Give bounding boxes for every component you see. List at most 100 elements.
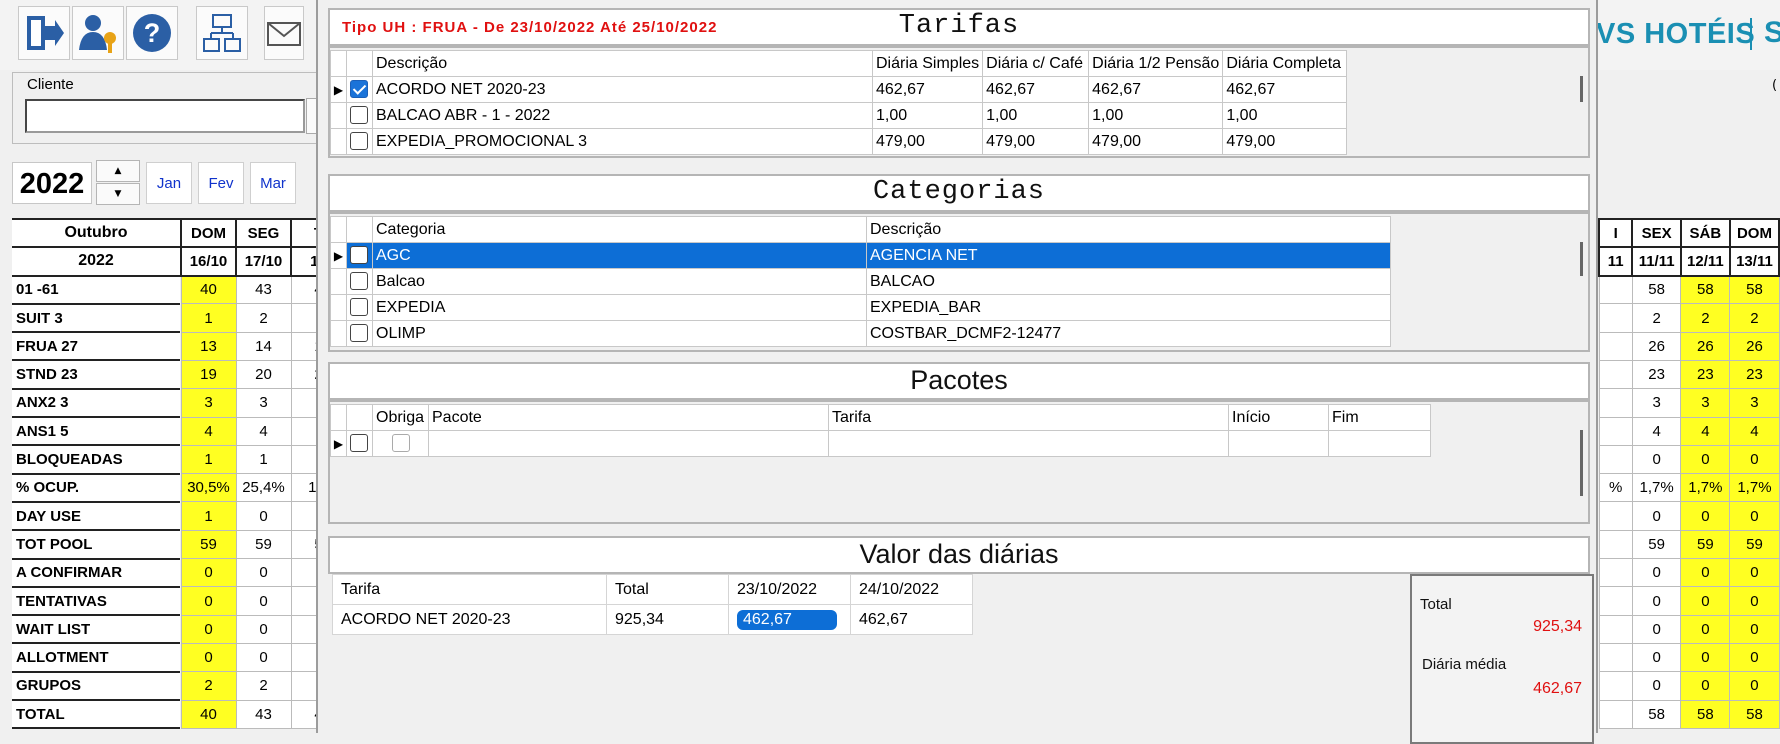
grid-cell[interactable]: 2 bbox=[1631, 303, 1682, 333]
grid-cell[interactable]: 26 bbox=[1631, 331, 1682, 361]
grid-cell[interactable]: 59 bbox=[180, 529, 237, 560]
grid-cell[interactable]: 2 bbox=[235, 303, 292, 333]
pacotes-col-header[interactable]: Obriga bbox=[372, 404, 429, 431]
grid-cell[interactable]: 2 bbox=[1729, 303, 1780, 333]
grid-cell[interactable]: 59 bbox=[235, 529, 292, 560]
grid-cell[interactable]: 0 bbox=[1729, 642, 1780, 673]
pacotes-col-header[interactable]: Início bbox=[1228, 404, 1329, 431]
categoria-row[interactable]: Balcao BALCAO bbox=[330, 268, 1391, 295]
grid-cell[interactable]: 0 bbox=[235, 501, 292, 531]
grid-cell[interactable]: 30,5% bbox=[180, 473, 237, 503]
tarifa-checkbox[interactable] bbox=[350, 106, 368, 125]
grid-cell[interactable]: 1 bbox=[180, 444, 237, 475]
grid-cell[interactable] bbox=[1598, 529, 1633, 560]
grid-cell[interactable]: 58 bbox=[1729, 275, 1780, 305]
grid-cell[interactable]: 0 bbox=[235, 558, 292, 588]
grid-cell[interactable]: 3 bbox=[180, 388, 237, 418]
grid-cell[interactable]: 20 bbox=[235, 359, 292, 390]
valor-cell-date1[interactable]: 462,67 bbox=[728, 604, 851, 635]
tarifas-col-header[interactable]: Descrição bbox=[372, 50, 873, 77]
grid-cell[interactable]: 1,7% bbox=[1729, 473, 1780, 503]
pacote-cell[interactable] bbox=[1228, 430, 1329, 457]
tarifas-scrollbar[interactable] bbox=[1580, 76, 1583, 102]
categoria-checkbox[interactable] bbox=[350, 298, 368, 317]
pacote-cell[interactable] bbox=[428, 430, 829, 457]
pacote-cell[interactable] bbox=[828, 430, 1229, 457]
network-button[interactable] bbox=[196, 6, 248, 60]
grid-cell[interactable] bbox=[1598, 501, 1633, 531]
categoria-checkbox[interactable] bbox=[350, 246, 368, 265]
grid-cell[interactable]: 3 bbox=[1680, 388, 1731, 418]
grid-cell[interactable]: 0 bbox=[1680, 614, 1731, 644]
grid-cell[interactable]: 1 bbox=[180, 303, 237, 333]
grid-cell[interactable]: 0 bbox=[1729, 671, 1780, 701]
grid-cell[interactable]: 59 bbox=[1631, 529, 1682, 560]
tarifa-checkbox-cell[interactable] bbox=[346, 102, 373, 129]
grid-cell[interactable] bbox=[1598, 586, 1633, 616]
grid-cell[interactable]: 58 bbox=[1631, 699, 1682, 729]
month-mar[interactable]: Mar bbox=[250, 162, 296, 204]
tarifas-col-header[interactable]: Diária c/ Café bbox=[982, 50, 1090, 77]
grid-cell[interactable]: 59 bbox=[1729, 529, 1780, 560]
grid-cell[interactable]: 2 bbox=[1680, 303, 1731, 333]
pacote-checkbox[interactable] bbox=[350, 434, 368, 453]
client-input[interactable] bbox=[25, 99, 305, 133]
grid-cell[interactable]: % bbox=[1598, 473, 1633, 503]
grid-cell[interactable]: 58 bbox=[1729, 699, 1780, 729]
grid-cell[interactable] bbox=[1598, 642, 1633, 673]
grid-cell[interactable] bbox=[1598, 359, 1633, 390]
grid-cell[interactable]: 1,7% bbox=[1631, 473, 1682, 503]
grid-cell[interactable]: 0 bbox=[235, 642, 292, 673]
grid-cell[interactable]: 2 bbox=[180, 671, 237, 701]
grid-cell[interactable]: 13 bbox=[180, 331, 237, 361]
grid-cell[interactable]: 23 bbox=[1680, 359, 1731, 390]
grid-cell[interactable]: 4 bbox=[1631, 416, 1682, 446]
grid-cell[interactable]: 0 bbox=[1631, 586, 1682, 616]
grid-cell[interactable]: 23 bbox=[1729, 359, 1780, 390]
grid-cell[interactable]: 14 bbox=[235, 331, 292, 361]
grid-cell[interactable]: 1 bbox=[235, 444, 292, 475]
tarifas-col-header[interactable]: Diária Simples bbox=[871, 50, 984, 77]
grid-cell[interactable]: 43 bbox=[235, 275, 292, 305]
grid-cell[interactable]: 0 bbox=[235, 614, 292, 644]
grid-cell[interactable]: 0 bbox=[1680, 558, 1731, 588]
tarifa-row[interactable]: BALCAO ABR - 1 - 2022 1,00 1,00 1,00 1,00 bbox=[330, 102, 1348, 129]
grid-cell[interactable] bbox=[1598, 558, 1633, 588]
tarifa-checkbox-cell[interactable] bbox=[346, 128, 373, 155]
categoria-row[interactable]: EXPEDIA EXPEDIA_BAR bbox=[330, 294, 1391, 321]
year-down-button[interactable]: ▼ bbox=[96, 183, 140, 205]
valor-date1-edit[interactable]: 462,67 bbox=[737, 609, 837, 630]
grid-cell[interactable]: 0 bbox=[180, 586, 237, 616]
help-button[interactable]: ? bbox=[126, 6, 178, 60]
pacotes-col-header[interactable]: Tarifa bbox=[828, 404, 1229, 431]
grid-cell[interactable] bbox=[1598, 614, 1633, 644]
categorias-col-header[interactable]: Descrição bbox=[866, 216, 1391, 243]
grid-cell[interactable]: 2 bbox=[235, 671, 292, 701]
year-field[interactable]: 2022 bbox=[12, 162, 92, 204]
categoria-checkbox[interactable] bbox=[350, 324, 368, 343]
grid-cell[interactable]: 26 bbox=[1680, 331, 1731, 361]
grid-cell[interactable]: 3 bbox=[235, 388, 292, 418]
grid-cell[interactable]: 0 bbox=[1729, 586, 1780, 616]
grid-cell[interactable]: 0 bbox=[180, 558, 237, 588]
mail-button[interactable] bbox=[264, 6, 304, 60]
grid-cell[interactable]: 3 bbox=[1631, 388, 1682, 418]
grid-cell[interactable]: 59 bbox=[1680, 529, 1731, 560]
grid-cell[interactable]: 1 bbox=[180, 501, 237, 531]
pacotes-scrollbar[interactable] bbox=[1580, 430, 1583, 496]
grid-cell[interactable]: 0 bbox=[1729, 501, 1780, 531]
year-up-button[interactable]: ▲ bbox=[96, 160, 140, 182]
grid-cell[interactable]: 4 bbox=[180, 416, 237, 446]
pacote-row[interactable]: ▶ bbox=[330, 430, 1431, 457]
pacotes-col-header[interactable]: Fim bbox=[1328, 404, 1431, 431]
categoria-checkbox-cell[interactable] bbox=[346, 294, 373, 321]
grid-cell[interactable]: 1,7% bbox=[1680, 473, 1731, 503]
grid-cell[interactable] bbox=[1598, 416, 1633, 446]
grid-cell[interactable] bbox=[1598, 388, 1633, 418]
grid-cell[interactable]: 40 bbox=[180, 699, 237, 729]
pacote-checkbox-cell[interactable] bbox=[346, 430, 373, 457]
month-fev[interactable]: Fev bbox=[198, 162, 244, 204]
user-key-button[interactable] bbox=[72, 6, 124, 60]
grid-cell[interactable]: 25,4% bbox=[235, 473, 292, 503]
tarifa-row[interactable]: ▶ ACORDO NET 2020-23 462,67 462,67 462,67 462… bbox=[330, 76, 1348, 103]
